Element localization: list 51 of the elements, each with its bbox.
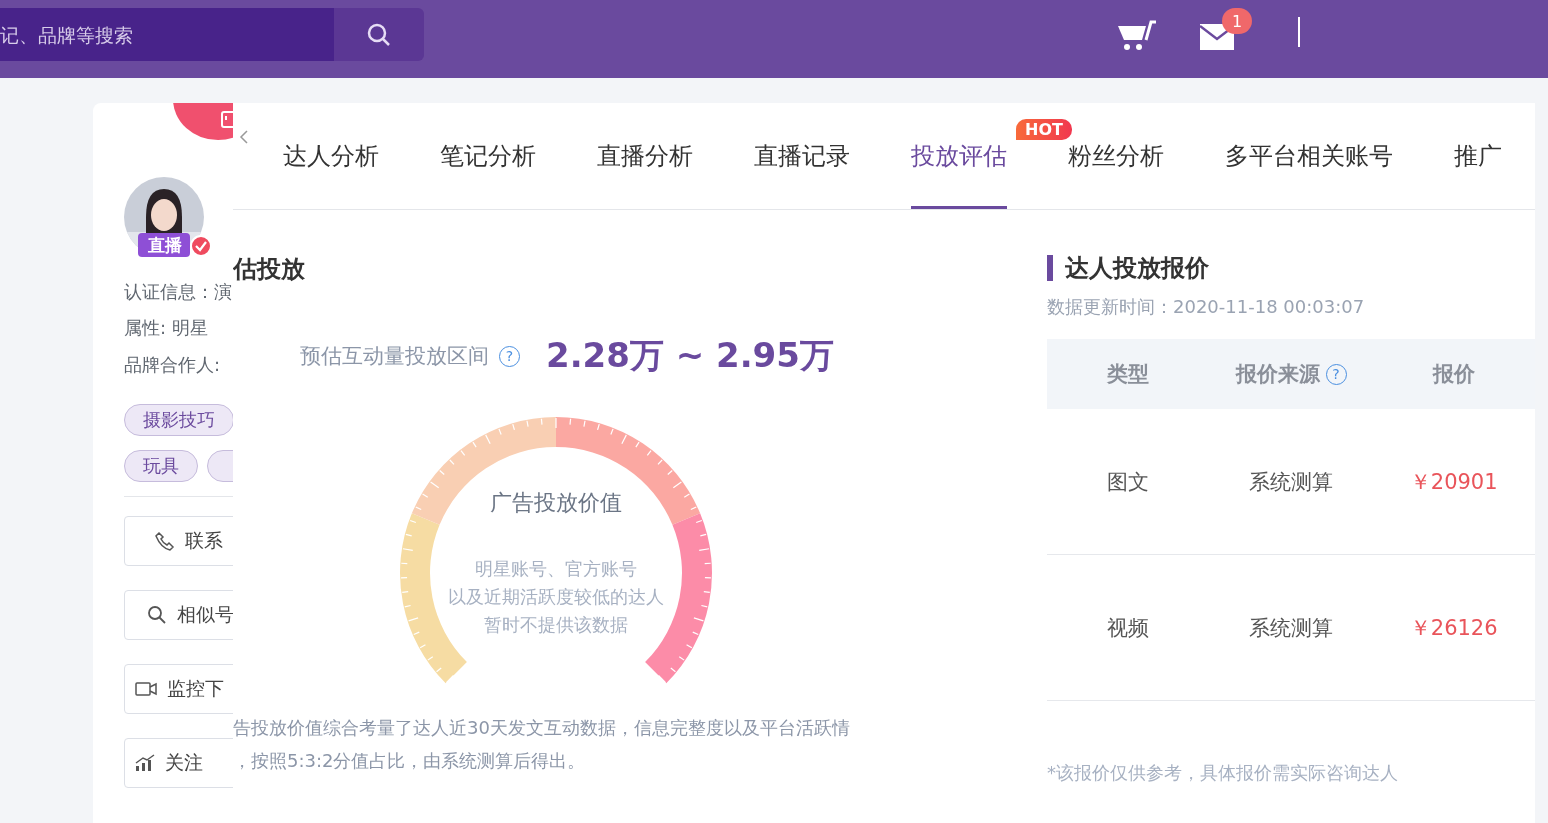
- tag[interactable]: 摄影技巧: [124, 404, 233, 436]
- table-cell-text: 系统测算: [1249, 468, 1333, 496]
- table-cell-text: 视频: [1107, 614, 1150, 642]
- tab[interactable]: 达人分析: [283, 103, 379, 209]
- range-label: 预估互动量投放区间: [300, 343, 489, 370]
- table-cell-text: ￥20901: [1409, 468, 1498, 496]
- notification-badge: 1: [1222, 8, 1252, 34]
- action-button[interactable]: 相似号: [124, 590, 233, 640]
- action-button[interactable]: 关注: [124, 738, 233, 788]
- hot-badge: HOT: [1016, 119, 1072, 140]
- table-cell-text: ￥26126: [1409, 614, 1498, 642]
- profile-info-text: 属性: 明星: [124, 316, 209, 340]
- tab[interactable]: 推广: [1454, 103, 1502, 209]
- phone-icon: [155, 531, 175, 551]
- bar-chart-icon: [135, 754, 155, 772]
- tab[interactable]: 多平台相关账号: [1225, 103, 1393, 209]
- gauge-title: 广告投放价值: [489, 489, 623, 517]
- video-camera-icon: [135, 680, 157, 698]
- gauge-message: 明星账号、官方账号: [474, 557, 638, 581]
- verified-icon: [190, 235, 212, 257]
- column-header: 类型: [1107, 361, 1150, 388]
- gauge-message: 暂时不提供该数据: [483, 613, 629, 637]
- section-title: 估投放: [233, 255, 306, 283]
- chevron-left-icon[interactable]: [239, 129, 249, 145]
- note-text: ，按照5:3:2分值占比，由系统测算后得出。: [233, 749, 587, 773]
- cart-icon[interactable]: [1118, 20, 1158, 52]
- search-icon: [147, 605, 167, 625]
- profile-info-text: 认证信息：演: [124, 280, 233, 304]
- tab[interactable]: 直播记录: [754, 103, 850, 209]
- tag[interactable]: 玩具: [124, 450, 198, 482]
- action-button[interactable]: 监控下: [124, 664, 233, 714]
- search-button[interactable]: [334, 8, 424, 61]
- section-title: 达人投放报价: [1047, 255, 1535, 281]
- range-value: 2.28万 ~ 2.95万: [546, 334, 834, 377]
- live-badge: 直播: [138, 233, 190, 257]
- search-icon: [366, 21, 392, 48]
- update-time: 数据更新时间：2020-11-18 00:03:07: [1047, 295, 1366, 319]
- table-cell-text: 系统测算: [1249, 614, 1333, 642]
- tab[interactable]: 笔记分析: [440, 103, 536, 209]
- tab[interactable]: 直播分析: [597, 103, 693, 209]
- column-header: 报价来源: [1235, 361, 1320, 388]
- profile-info-text: 品牌合作人:: [124, 353, 222, 377]
- gauge-message: 以及近期活跃度较低的达人: [447, 585, 665, 609]
- action-button[interactable]: 联系: [124, 516, 233, 566]
- tab[interactable]: 投放评估: [911, 103, 1007, 209]
- column-header: 报价: [1432, 361, 1475, 388]
- note-text: 告投放价值综合考量了达人近30天发文互动数据，信息完整度以及平台活跃情: [233, 716, 851, 740]
- search-field[interactable]: 记、品牌等搜索: [0, 8, 334, 61]
- table-cell-text: 图文: [1107, 468, 1150, 496]
- footnote: *该报价仅供参考，具体报价需实际咨询达人: [1047, 761, 1399, 785]
- mail-icon[interactable]: [1200, 24, 1234, 50]
